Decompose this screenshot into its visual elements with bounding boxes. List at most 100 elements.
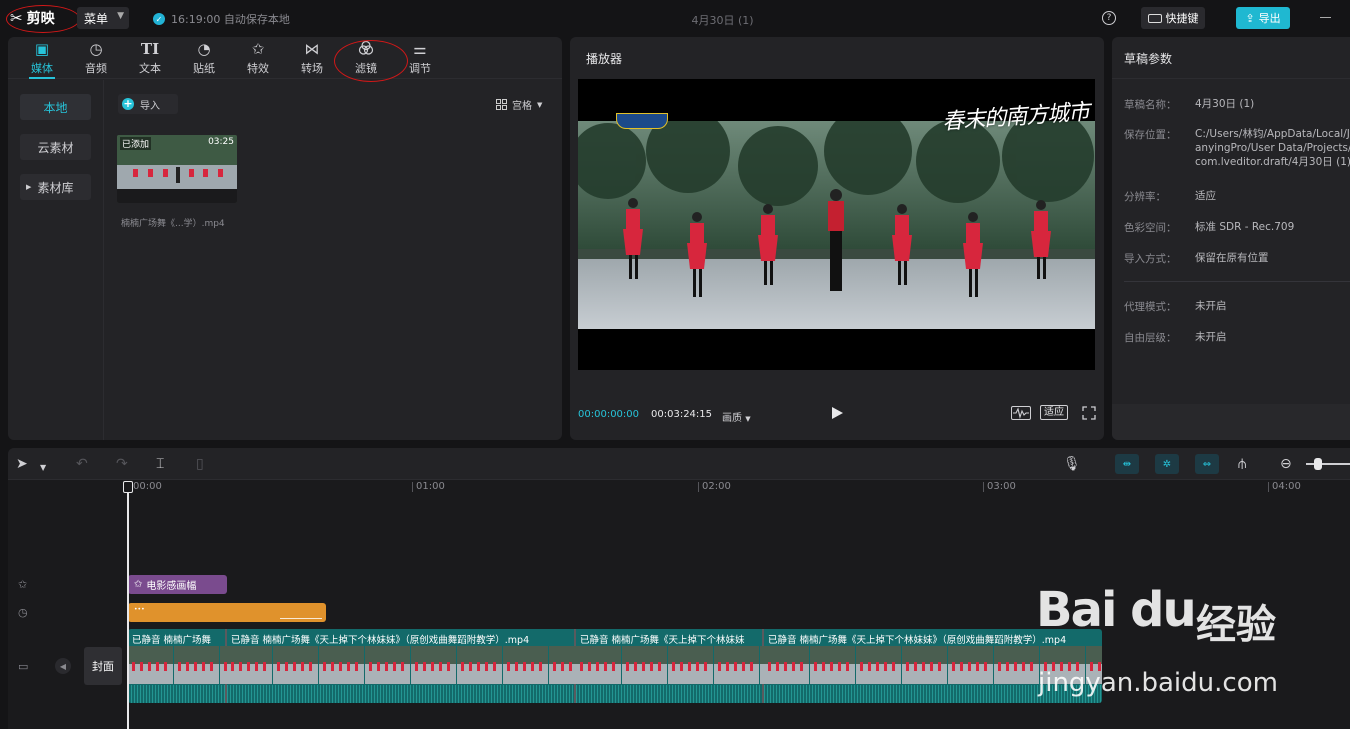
- waveform-icon[interactable]: [1011, 406, 1031, 420]
- chevron-down-icon[interactable]: ▼: [40, 460, 46, 476]
- film-frame: [764, 646, 809, 684]
- chevron-down-icon: ▼: [745, 415, 751, 423]
- video-segment[interactable]: 已静音 楠楠广场舞《天上掉下个林妹妹: [576, 629, 805, 703]
- watermark-logo-cn: 经验: [1196, 602, 1276, 648]
- export-button[interactable]: ⇪ 导出: [1236, 7, 1290, 29]
- sidebar-item-library[interactable]: ▶ 素材库: [20, 174, 91, 200]
- annotation-circle-logo: [6, 5, 80, 33]
- param-key: 色彩空间：: [1124, 222, 1177, 234]
- sidebar-item-local[interactable]: 本地: [20, 94, 91, 120]
- undo-icon[interactable]: ↶: [76, 456, 88, 472]
- effect-clip[interactable]: ✩ 电影感画幅: [128, 575, 227, 594]
- film-frame: [994, 646, 1039, 684]
- ruler-tick: [983, 482, 984, 492]
- filmstrip-frames: [227, 646, 594, 684]
- preview-axis-icon[interactable]: ⫛: [1238, 456, 1246, 472]
- auto-snap-button[interactable]: ✲: [1155, 454, 1179, 474]
- tab-label: 转场: [301, 62, 323, 75]
- param-key: 分辨率：: [1124, 191, 1166, 203]
- filmstrip-frames: [576, 646, 805, 684]
- film-frame: [365, 646, 410, 684]
- tab-label: 特效: [247, 62, 269, 75]
- param-key: 代理模式：: [1124, 301, 1177, 313]
- shortcuts-label: 快捷键: [1165, 12, 1199, 25]
- tab-transition[interactable]: ⋈ 转场: [285, 37, 339, 79]
- redo-icon[interactable]: ↷: [116, 456, 128, 472]
- menu-button[interactable]: 菜单 ▼: [77, 7, 129, 29]
- film-frame: [576, 646, 621, 684]
- effects-icon: ✩: [251, 40, 265, 58]
- sidebar-item-cloud[interactable]: 云素材: [20, 134, 91, 160]
- minimize-button[interactable]: [1320, 17, 1331, 19]
- microphone-icon[interactable]: 🎙: [1063, 456, 1081, 472]
- question-circle-icon[interactable]: ?: [1102, 11, 1116, 25]
- effect-clip-label: 电影感画幅: [146, 581, 197, 592]
- grid-icon: [496, 99, 507, 110]
- fullscreen-icon[interactable]: [1082, 406, 1096, 420]
- ruler-label: 04:00: [1272, 481, 1301, 492]
- text-icon: TI: [140, 40, 160, 58]
- tab-effects[interactable]: ✩ 特效: [231, 37, 285, 79]
- cover-button[interactable]: 封面: [84, 647, 122, 685]
- zoom-slider[interactable]: [1306, 463, 1350, 465]
- linkage-button[interactable]: ⇔: [1195, 454, 1219, 474]
- segment-waveform: [128, 685, 225, 703]
- segment-waveform: [227, 685, 574, 703]
- shortcuts-button[interactable]: 快捷键: [1141, 7, 1205, 29]
- film-frame: [948, 646, 993, 684]
- view-toggle[interactable]: 宫格 ▼: [496, 97, 542, 112]
- view-label: 宫格: [512, 101, 532, 112]
- tab-text[interactable]: TI 文本: [123, 37, 177, 79]
- play-icon[interactable]: [832, 407, 843, 419]
- segment-label: 已静音 楠楠广场舞《天上掉下个林妹妹: [580, 635, 745, 646]
- clip-duration: 03:25: [208, 137, 234, 147]
- video-preview[interactable]: 春末的南方城市: [578, 79, 1095, 370]
- ruler-label: 03:00: [987, 481, 1016, 492]
- sticker-icon: ◔: [197, 40, 211, 58]
- zoom-slider-handle[interactable]: [1314, 458, 1322, 470]
- video-segment[interactable]: 已静音 楠楠广场舞: [128, 629, 265, 703]
- split-icon[interactable]: ⌶: [156, 456, 164, 472]
- param-value: 未开启: [1195, 331, 1227, 343]
- film-frame: [668, 646, 713, 684]
- video-frame-image: [578, 121, 1095, 329]
- film-frame: [457, 646, 502, 684]
- sidebar-item-label: 素材库: [37, 180, 74, 195]
- filter-clip[interactable]: •••: [128, 603, 326, 622]
- delete-icon[interactable]: ▯: [196, 456, 204, 472]
- import-label: 导入: [140, 100, 160, 112]
- video-segment[interactable]: 已静音 楠楠广场舞《天上掉下个林妹妹》（原创戏曲舞蹈附教学）.mp4: [227, 629, 594, 703]
- media-panel: ▣ 媒体 ◷ 音频 TI 文本 ◔ 贴纸 ✩ 特效 ⋈ 转场 滤镜 ⚌ 调节 本…: [8, 37, 562, 440]
- param-row-import: 导入方式： 保留在原有位置: [1124, 251, 1350, 266]
- import-button[interactable]: + 导入: [118, 94, 178, 114]
- playhead-handle[interactable]: [123, 481, 133, 493]
- ruler-label: 00:00: [133, 481, 162, 492]
- mute-track-icon[interactable]: ◀: [55, 658, 71, 674]
- film-frame: [174, 646, 219, 684]
- transition-icon: ⋈: [304, 40, 320, 58]
- effects-track-icon: ✩: [18, 578, 28, 591]
- zoom-out-icon[interactable]: ⊖: [1280, 456, 1292, 472]
- playhead[interactable]: [127, 484, 129, 729]
- watermark-logo: Bai du: [1036, 582, 1197, 638]
- tab-media[interactable]: ▣ 媒体: [15, 37, 69, 79]
- fit-ratio-button[interactable]: 适应: [1040, 405, 1068, 420]
- params-header: 草稿参数: [1112, 37, 1350, 79]
- adjust-icon: ⚌: [413, 40, 427, 58]
- tab-label: 调节: [409, 62, 431, 75]
- quality-dropdown[interactable]: 画质 ▼: [722, 409, 751, 424]
- video-track-icon: ▭: [18, 660, 29, 673]
- plus-icon: +: [122, 97, 134, 110]
- audio-icon: ◷: [89, 40, 103, 58]
- select-pointer-icon[interactable]: ➤: [16, 456, 28, 472]
- caret-right-icon: ▶: [26, 183, 32, 191]
- tab-sticker[interactable]: ◔ 贴纸: [177, 37, 231, 79]
- tab-audio[interactable]: ◷ 音频: [69, 37, 123, 79]
- export-label: 导出: [1258, 12, 1281, 25]
- media-clip-thumbnail[interactable]: 已添加 03:25: [117, 135, 237, 203]
- main-video-track[interactable]: 已静音 楠楠广场舞 已静音 楠楠广场舞《天上掉下个林妹妹》（原创戏曲舞蹈附教学）…: [128, 629, 1102, 703]
- segment-filmstrip: [128, 646, 265, 684]
- main-track-magnet-button[interactable]: ⇹: [1115, 454, 1139, 474]
- param-value: 未开启: [1195, 300, 1227, 312]
- keyboard-icon: [1147, 13, 1162, 23]
